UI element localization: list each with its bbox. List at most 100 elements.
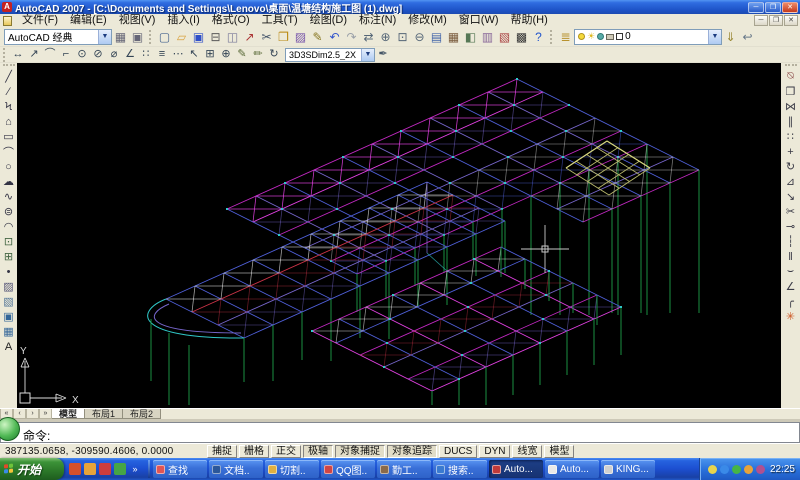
coordinate-readout[interactable]: 387135.0658, -309590.4606, 0.0000 [0, 446, 206, 457]
save-icon[interactable]: ▣ [190, 28, 207, 45]
menu-item-6[interactable]: 工具(T) [256, 14, 304, 27]
status-grid-button[interactable]: 栅格 [239, 445, 269, 458]
publish-icon[interactable]: ↗ [241, 28, 258, 45]
layer-previous-icon[interactable]: ↩ [739, 28, 756, 45]
explode-icon[interactable]: ✳ [783, 309, 799, 324]
toolbar-grip[interactable] [149, 30, 154, 44]
toolbar-grip[interactable] [3, 64, 15, 68]
menu-item-4[interactable]: 插入(I) [161, 14, 205, 27]
menu-item-11[interactable]: 帮助(H) [505, 14, 554, 27]
tray-app-icon[interactable] [756, 465, 765, 474]
redo-icon[interactable]: ↷ [343, 28, 360, 45]
dim-angular-icon[interactable]: ∠ [122, 48, 138, 62]
zoom-realtime-icon[interactable]: ⊕ [377, 28, 394, 45]
dim-edit-icon[interactable]: ✎ [234, 48, 250, 62]
taskbar-button-autocad-2[interactable]: Auto... [545, 460, 599, 478]
status-ortho-button[interactable]: 正交 [271, 445, 301, 458]
gradient-icon[interactable]: ▧ [1, 294, 17, 309]
properties-icon[interactable]: ▤ [428, 28, 445, 45]
tool-palettes-icon[interactable]: ◧ [462, 28, 479, 45]
tab-model[interactable]: 模型 [52, 409, 85, 419]
drawing-canvas[interactable]: YX [17, 63, 781, 408]
dim-aligned-icon[interactable]: ↗ [26, 48, 42, 62]
status-ducs-button[interactable]: DUCS [439, 445, 477, 458]
tab-layout1[interactable]: 布局1 [85, 409, 123, 419]
workspace-settings-icon[interactable]: ▦ [112, 28, 129, 45]
line-icon[interactable]: ╱ [1, 69, 17, 84]
command-prompt[interactable]: 命令: [0, 422, 800, 443]
dim-text-edit-icon[interactable]: ✏ [250, 48, 266, 62]
ellipse-icon[interactable]: ⊜ [1, 204, 17, 219]
designcenter-icon[interactable]: ▦ [445, 28, 462, 45]
quick-leader-icon[interactable]: ↖ [186, 48, 202, 62]
command-window[interactable]: 命令: [0, 419, 800, 443]
doc-restore-button[interactable]: ❐ [769, 15, 783, 26]
layer-properties-icon[interactable]: ≣ [557, 28, 574, 45]
restore-button[interactable]: ❐ [765, 2, 781, 13]
paste-icon[interactable]: ▨ [292, 28, 309, 45]
menu-item-5[interactable]: 格式(O) [206, 14, 256, 27]
messenger-icon[interactable] [69, 463, 81, 475]
taskbar-button-kingsoft[interactable]: KING... [601, 460, 655, 478]
tray-thunder-icon[interactable] [720, 465, 729, 474]
status-dyn-button[interactable]: DYN [479, 445, 510, 458]
menu-item-7[interactable]: 绘图(D) [304, 14, 353, 27]
pan-icon[interactable]: ⇄ [360, 28, 377, 45]
erase-icon[interactable]: ⍉ [783, 69, 799, 84]
center-mark-icon[interactable]: ⊕ [218, 48, 234, 62]
construction-line-icon[interactable]: ∕ [1, 84, 17, 99]
taskbar-button-qingong[interactable]: 勤工.. [377, 460, 431, 478]
menu-item-1[interactable]: 文件(F) [16, 14, 64, 27]
quick-launch-1-icon[interactable] [84, 463, 96, 475]
scale-icon[interactable]: ⊿ [783, 174, 799, 189]
menu-item-9[interactable]: 修改(M) [402, 14, 453, 27]
match-properties-icon[interactable]: ✎ [309, 28, 326, 45]
start-button[interactable]: 开始 [0, 458, 64, 480]
polygon-icon[interactable]: ⌂ [1, 114, 17, 129]
extend-icon[interactable]: ⊸ [783, 219, 799, 234]
dim-arc-length-icon[interactable]: ⌒ [42, 48, 58, 62]
toolbar-grip[interactable] [785, 64, 797, 68]
dim-ordinate-icon[interactable]: ⌐ [58, 48, 74, 62]
chamfer-icon[interactable]: ∠ [783, 279, 799, 294]
help-icon[interactable]: ? [530, 28, 547, 45]
quick-dimension-icon[interactable]: ∷ [138, 48, 154, 62]
workspace-combo[interactable]: AutoCAD 经典 ▼ [4, 29, 112, 45]
tray-pinwheel-icon[interactable] [732, 465, 741, 474]
dim-continue-icon[interactable]: ⋯ [170, 48, 186, 62]
status-otrack-button[interactable]: 对象追踪 [387, 445, 437, 458]
status-polar-button[interactable]: 极轴 [303, 445, 333, 458]
workspace-save-icon[interactable]: ▣ [129, 28, 146, 45]
layer-plot-icon[interactable] [606, 34, 614, 40]
dim-diameter-icon[interactable]: ⌀ [106, 48, 122, 62]
stretch-icon[interactable]: ↘ [783, 189, 799, 204]
table-icon[interactable]: ▦ [1, 324, 17, 339]
layer-freeze-icon[interactable]: ☀ [587, 32, 595, 41]
tab-nav-next-button[interactable]: › [26, 409, 39, 419]
move-icon[interactable]: + [783, 144, 799, 159]
spline-icon[interactable]: ∿ [1, 189, 17, 204]
minimize-button[interactable]: ─ [748, 2, 764, 13]
menu-item-2[interactable]: 编辑(E) [64, 14, 113, 27]
status-model-button[interactable]: 模型 [544, 445, 574, 458]
tab-nav-prev-button[interactable]: ‹ [13, 409, 26, 419]
ellipse-arc-icon[interactable]: ◠ [1, 219, 17, 234]
taskbar-button-qq-find[interactable]: 查找 [153, 460, 207, 478]
clock[interactable]: 22:25 [768, 464, 795, 475]
zoom-window-icon[interactable]: ⊡ [394, 28, 411, 45]
tolerance-icon[interactable]: ⊞ [202, 48, 218, 62]
tab-nav-last-button[interactable]: » [39, 409, 52, 419]
dim-radius-icon[interactable]: ⊙ [74, 48, 90, 62]
taskbar-button-word-doc[interactable]: 文档.. [209, 460, 263, 478]
layer-lock-icon[interactable] [597, 33, 604, 40]
cut-icon[interactable]: ✂ [258, 28, 275, 45]
break-at-point-icon[interactable]: ┆ [783, 234, 799, 249]
menu-item-10[interactable]: 窗口(W) [453, 14, 505, 27]
status-osnap-button[interactable]: 对象捕捉 [335, 445, 385, 458]
menu-item-3[interactable]: 视图(V) [113, 14, 162, 27]
fillet-icon[interactable]: ╭ [783, 294, 799, 309]
toolbar-grip[interactable] [3, 48, 8, 62]
circle-icon[interactable]: ○ [1, 159, 17, 174]
doc-close-button[interactable]: ✕ [784, 15, 798, 26]
layer-combo[interactable]: ☀ 0 ▼ [574, 29, 722, 45]
